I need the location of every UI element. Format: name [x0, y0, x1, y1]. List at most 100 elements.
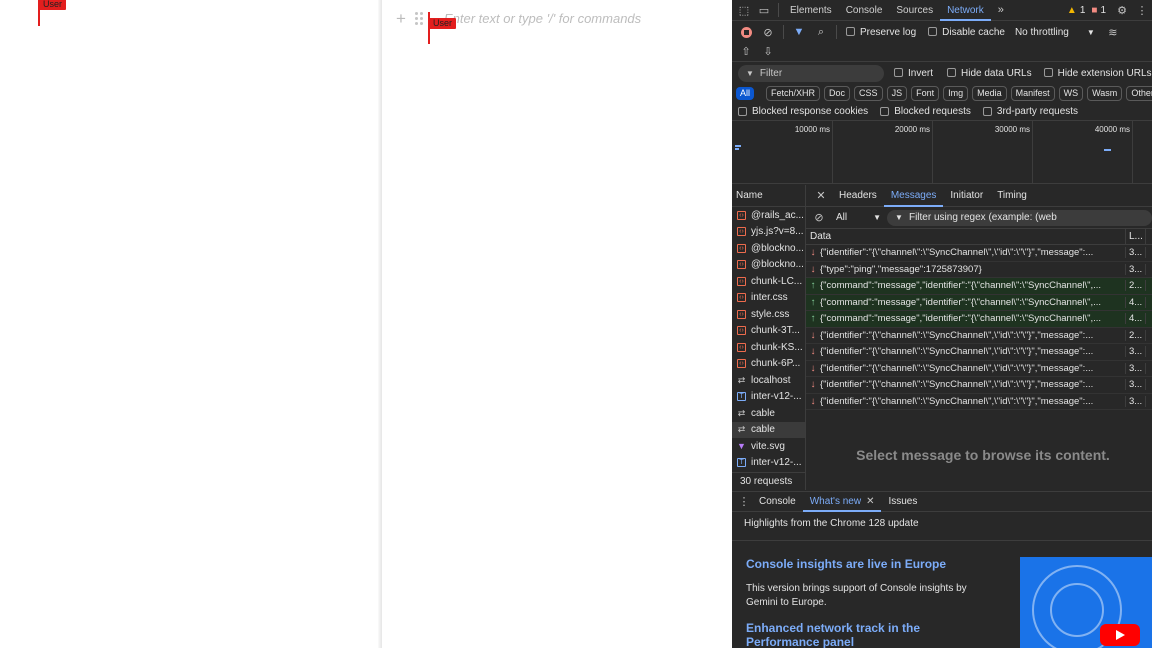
hide-extension-urls-checkbox[interactable]: Hide extension URLs — [1043, 68, 1152, 79]
clear-messages-icon[interactable]: ⊘ — [812, 208, 826, 228]
warning-icon[interactable]: ▲ — [1067, 5, 1077, 16]
type-filter-css[interactable]: CSS — [854, 85, 883, 101]
checkbox-icon[interactable] — [928, 27, 938, 37]
type-filter-manifest[interactable]: Manifest — [1010, 85, 1055, 101]
whats-new-item-title[interactable]: Console insights are live in Europe — [746, 557, 996, 571]
network-conditions-icon[interactable]: ≋ — [1103, 22, 1123, 42]
tab-initiator[interactable]: Initiator — [943, 185, 990, 207]
message-row[interactable]: ↓ {"identifier":"{\"channel\":\"SyncChann… — [806, 328, 1152, 344]
third-party-requests-checkbox[interactable]: 3rd-party requests — [982, 106, 1078, 117]
type-filter-other[interactable]: Other — [1126, 85, 1152, 101]
drag-handle-icon[interactable] — [414, 11, 424, 25]
request-row[interactable]: ⇄ localhost — [732, 372, 805, 389]
checkbox-icon[interactable] — [1043, 68, 1053, 78]
message-row[interactable]: ↓ {"type":"ping","message":1725873907} 3..… — [806, 262, 1152, 278]
disable-cache-checkbox[interactable]: Disable cache — [928, 27, 1005, 38]
checkbox-icon[interactable] — [880, 106, 890, 116]
type-filter-wasm[interactable]: Wasm — [1087, 85, 1123, 101]
message-type-select[interactable]: All ▼ — [836, 212, 881, 223]
tab-elements[interactable]: Elements — [783, 0, 839, 21]
tab-network[interactable]: Network — [940, 0, 991, 21]
type-filter-font[interactable]: Font — [911, 85, 940, 101]
request-row[interactable]: ‹› chunk-KS... — [732, 339, 805, 356]
clear-icon[interactable]: ⊘ — [758, 22, 778, 42]
drawer-tab-issues[interactable]: Issues — [881, 492, 924, 512]
type-filter-js[interactable]: JS — [886, 85, 908, 101]
drawer-tab-whats-new[interactable]: What's new ✕ — [802, 492, 882, 512]
message-row[interactable]: ↑ {"command":"message","identifier":"{\"c… — [806, 294, 1152, 311]
request-row[interactable]: Tinter-v12-... — [732, 389, 805, 406]
column-length[interactable]: L... — [1126, 229, 1146, 244]
inspect-element-icon[interactable]: ⬚ — [734, 0, 754, 20]
message-row[interactable]: ↓ {"identifier":"{\"channel\":\"SyncChann… — [806, 361, 1152, 377]
checkbox-icon[interactable] — [738, 106, 747, 116]
hide-data-urls-checkbox[interactable]: Hide data URLs — [947, 68, 1032, 79]
export-har-icon[interactable]: ⇩ — [758, 42, 778, 62]
settings-gear-icon[interactable]: ⚙ — [1112, 0, 1132, 20]
warnings-count[interactable]: 1 — [1080, 5, 1086, 16]
filter-input[interactable]: ▼ Filter — [738, 64, 884, 82]
tab-timing[interactable]: Timing — [990, 185, 1034, 207]
request-row[interactable]: ⇄ cable — [732, 421, 805, 438]
editor-placeholder[interactable]: Enter text or type '/' for commands — [444, 11, 641, 26]
tab-headers[interactable]: Headers — [832, 185, 884, 207]
record-stop-icon[interactable] — [736, 22, 756, 42]
request-row[interactable]: ‹› @rails_ac... — [732, 207, 805, 224]
request-row[interactable]: Tinter-v12-... — [732, 455, 805, 472]
type-filter-all[interactable]: All — [736, 86, 755, 100]
tab-sources[interactable]: Sources — [889, 0, 940, 21]
type-filter-img[interactable]: Img — [943, 85, 969, 101]
request-row[interactable]: ▼ vite.svg — [732, 438, 805, 455]
regex-filter-input[interactable]: ▼ Filter using regex (example: (web — [887, 209, 1152, 226]
blocked-requests-checkbox[interactable]: Blocked requests — [880, 106, 971, 117]
errors-count[interactable]: 1 — [1100, 5, 1106, 16]
close-details-icon[interactable]: ✕ — [810, 186, 832, 206]
type-filter-doc[interactable]: Doc — [824, 85, 851, 101]
request-row[interactable]: ‹› inter.css — [732, 290, 805, 307]
search-icon[interactable]: ⌕ — [811, 22, 831, 42]
drawer-menu-icon[interactable]: ⋮ — [736, 492, 752, 512]
request-row[interactable]: ‹› style.css — [732, 306, 805, 323]
add-block-icon[interactable]: + — [394, 10, 408, 27]
message-row[interactable]: ↓ {"identifier":"{\"channel\":\"SyncChann… — [806, 245, 1152, 262]
checkbox-icon[interactable] — [846, 27, 855, 37]
drawer-tab-console[interactable]: Console — [752, 492, 803, 512]
more-tabs-icon[interactable]: » — [991, 0, 1011, 20]
message-row[interactable]: ↓ {"identifier":"{\"channel\":\"SyncChann… — [806, 344, 1152, 361]
checkbox-icon[interactable] — [982, 106, 992, 116]
message-row[interactable]: ↓ {"identifier":"{\"channel\":\"SyncChann… — [806, 377, 1152, 394]
import-har-icon[interactable]: ⇧ — [736, 42, 756, 62]
youtube-play-icon[interactable] — [1100, 624, 1140, 646]
preserve-log-checkbox[interactable]: Preserve log — [846, 27, 916, 38]
requests-name-header[interactable]: Name — [732, 185, 806, 207]
request-row[interactable]: ⇄ cable — [732, 405, 805, 422]
message-row[interactable]: ↑ {"command":"message","identifier":"{\"c… — [806, 278, 1152, 295]
filter-icon[interactable]: ▼ — [789, 22, 809, 42]
error-icon[interactable]: ■ — [1091, 5, 1097, 16]
message-row[interactable]: ↑ {"command":"message","identifier":"{\"c… — [806, 311, 1152, 328]
more-options-icon[interactable]: ⋮ — [1132, 0, 1152, 20]
whats-new-video-thumbnail[interactable] — [1020, 557, 1152, 648]
tab-messages[interactable]: Messages — [883, 185, 944, 207]
network-timeline-overview[interactable]: 10000 ms 20000 ms 30000 ms 40000 ms — [732, 121, 1152, 184]
type-filter-media[interactable]: Media — [972, 85, 1007, 101]
checkbox-icon[interactable] — [947, 68, 957, 78]
request-row[interactable]: ‹› yjs.js?v=8... — [732, 224, 805, 241]
invert-checkbox[interactable]: Invert — [894, 68, 933, 79]
close-tab-icon[interactable]: ✕ — [866, 492, 874, 512]
request-row[interactable]: ‹› chunk-6P... — [732, 356, 805, 373]
request-row[interactable]: ‹› chunk-LC... — [732, 273, 805, 290]
tab-console[interactable]: Console — [839, 0, 890, 21]
column-data[interactable]: Data — [806, 229, 1126, 244]
request-row[interactable]: ‹› @blockno... — [732, 257, 805, 274]
blocked-response-cookies-checkbox[interactable]: Blocked response cookies — [738, 106, 868, 117]
message-row[interactable]: ↓ {"identifier":"{\"channel\":\"SyncChann… — [806, 394, 1152, 410]
type-filter-ws[interactable]: WS — [1058, 85, 1084, 101]
request-row[interactable]: ‹› @blockno... — [732, 240, 805, 257]
type-filter-fetch-xhr[interactable]: Fetch/XHR — [766, 85, 821, 101]
throttling-select[interactable]: No throttling ▼ — [1015, 27, 1095, 38]
device-toolbar-icon[interactable]: ▭ — [754, 0, 774, 20]
checkbox-icon[interactable] — [894, 68, 903, 78]
whats-new-item-title[interactable]: Enhanced network track in the Performanc… — [746, 621, 996, 648]
request-row[interactable]: ‹› chunk-3T... — [732, 323, 805, 340]
